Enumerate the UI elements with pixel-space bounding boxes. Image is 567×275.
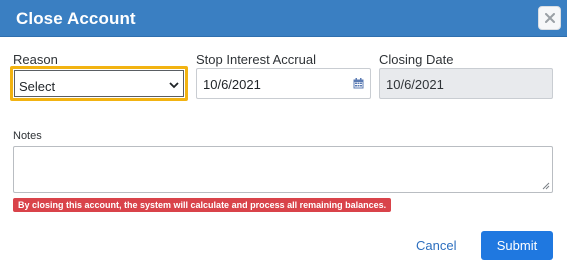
resize-grip-icon[interactable] — [542, 182, 550, 190]
reason-select[interactable]: Select — [14, 70, 184, 97]
closing-date-value: 10/6/2021 — [386, 77, 444, 92]
chevron-down-icon — [169, 82, 179, 89]
closing-date-label: Closing Date — [379, 52, 454, 67]
stop-interest-accrual-date-field[interactable]: 10/6/2021 — [196, 68, 371, 99]
cancel-button[interactable]: Cancel — [416, 238, 456, 253]
close-icon — [544, 13, 555, 23]
closing-date-field: 10/6/2021 — [379, 68, 553, 99]
dialog-header: Close Account — [0, 0, 567, 37]
notes-label: Notes — [13, 130, 42, 142]
notes-textarea[interactable] — [13, 146, 553, 193]
warning-badge: By closing this account, the system will… — [13, 198, 392, 212]
calendar-icon[interactable] — [353, 78, 364, 89]
stop-interest-accrual-value: 10/6/2021 — [203, 77, 261, 92]
dialog-title: Close Account — [16, 9, 136, 28]
reason-select-focus-ring[interactable]: Select — [10, 66, 188, 101]
close-button[interactable] — [538, 6, 561, 30]
stop-interest-accrual-label: Stop Interest Accrual — [196, 52, 316, 67]
reason-label: Reason — [13, 52, 58, 67]
reason-select-value: Select — [19, 79, 56, 94]
submit-button[interactable]: Submit — [481, 231, 553, 260]
